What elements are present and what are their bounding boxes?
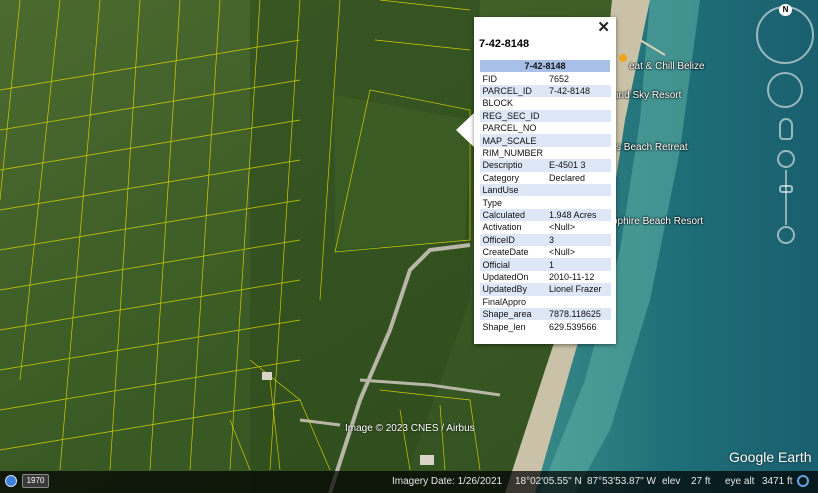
attribute-value: 7652 [549,73,570,84]
eye-altitude-label: eye alt [725,476,755,487]
table-row: Category Declared [480,172,611,184]
longitude-readout: 87°53'53.87" W [587,476,656,487]
attribute-key: Official [479,258,547,271]
table-row: UpdatedOn 2010-11-12 [480,271,611,283]
move-joystick[interactable] [767,72,803,108]
attribute-value: Declared [549,172,586,183]
table-row: Type [480,196,611,208]
attribute-key: PARCEL_ID [479,84,547,98]
table-row: MAP_SCALE [479,134,611,147]
satellite-map[interactable]: eat & Chill Belize and Sky Resort s Beac… [0,0,818,493]
attribute-key: Shape_len [482,321,526,332]
attribute-key: UpdatedBy [479,283,547,296]
attribute-key: REG_SEC_ID [479,109,547,123]
close-icon[interactable]: ✕ [597,20,610,36]
place-chill-belize[interactable]: eat & Chill Belize [629,61,705,72]
table-row: UpdatedBy Lionel Frazer [479,283,611,296]
attribute-value: 1 [546,258,611,271]
place-sky-resort[interactable]: and Sky Resort [613,90,681,101]
zoom-slider-track[interactable] [785,170,787,225]
attribute-key: RIM_NUMBER [482,148,544,159]
place-sapphire-resort[interactable]: pphire Beach Resort [612,216,703,227]
table-row: FID 7652 [480,73,611,85]
table-row: PARCEL_ID 7-42-8148 [479,84,611,98]
attribute-value: E-4501 3 [546,159,611,172]
timeline-year-button[interactable]: 1970 [22,474,49,488]
attribute-key: FID [482,73,498,84]
zoom-out-icon[interactable] [777,226,795,244]
table-row: Calculated 1.948 Acres [479,208,611,222]
attribute-value: 1.948 Acres [546,208,611,222]
attribute-value: 7878.118625 [546,307,611,321]
zoom-in-icon[interactable] [777,150,795,168]
attribute-value [546,296,610,308]
table-row: FinalAppro [480,296,611,308]
elevation-value: 27 ft [691,476,711,487]
table-row: REG_SEC_ID [479,109,611,123]
attribute-key: UpdatedOn [482,271,529,282]
attribute-value: Lionel Frazer [546,283,611,296]
table-row: Shape_area 7878.118625 [479,307,611,321]
attribute-value: 2010-11-12 [549,271,595,282]
attribute-key: PARCEL_NO [482,123,537,134]
table-row: LandUse [479,184,611,197]
zoom-slider-handle[interactable] [779,185,793,193]
popup-title: 7-42-8148 [479,38,530,50]
table-row: Official 1 [479,258,611,271]
attribute-key: Shape_area [479,307,547,321]
table-row: Activation <Null> [480,221,611,233]
attribute-value [546,122,610,134]
attribute-value: <Null> [549,247,576,258]
attribute-value: 7-42-8148 [546,84,611,98]
street-view-pegman-icon[interactable] [779,118,793,140]
table-row: OfficeID 3 [479,233,611,246]
table-row: CreateDate <Null> [480,246,611,258]
popup-pointer [456,112,475,148]
eye-altitude-value: 3471 ft [762,476,793,487]
attribute-key: BLOCK [482,98,514,109]
attribute-value: <Null> [549,222,576,233]
attribute-key: FinalAppro [482,296,527,307]
attribute-value [546,109,611,123]
table-header: 7-42-8148 [479,59,611,73]
attribute-key: Activation [482,222,522,233]
attribute-value [546,147,610,159]
table-row: RIM_NUMBER [480,147,611,159]
attribute-value [546,134,611,147]
attribute-key: Calculated [479,208,547,222]
imagery-date: Imagery Date: 1/26/2021 [392,476,503,487]
attribute-key: OfficeID [479,233,547,246]
historical-imagery-icon[interactable] [5,475,17,487]
attribute-key: Descriptio [479,159,547,172]
status-bar: Imagery Date: 1/26/2021 18°02'05.55" N 8… [0,471,818,493]
map-imagery [0,0,818,493]
attribute-key: Type [482,197,503,208]
attribute-key: CreateDate [482,247,529,258]
latitude-readout: 18°02'05.55" N [515,476,582,487]
attribute-key: MAP_SCALE [479,134,547,147]
attribute-value: 3 [546,233,611,246]
attribute-value [546,97,610,109]
table-row: BLOCK [480,97,611,109]
table-row: Shape_len 629.539566 [480,320,611,332]
attribute-value [546,196,610,208]
parcel-info-popup: ✕ 7-42-8148 7-42-8148 FID 7652 PARCEL_ID 7-… [474,17,616,344]
attribute-value: 629.539566 [549,321,597,332]
imagery-copyright: Image © 2023 CNES / Airbus [345,423,475,434]
place-beach-retreat[interactable]: s Beach Retreat [616,142,688,153]
table-row: Descriptio E-4501 3 [479,159,611,172]
attribute-key: LandUse [479,184,547,197]
streaming-status-icon [797,475,809,487]
north-button[interactable]: N [779,4,792,16]
attribute-value [546,184,611,197]
attribute-table: 7-42-8148 FID 7652 PARCEL_ID 7-42-8148 BLOCK… [479,59,611,333]
elevation-label: elev [662,476,681,487]
attribute-key: Category [482,172,520,183]
table-row: PARCEL_NO [480,122,611,134]
google-earth-logo: Google Earth [729,449,812,465]
